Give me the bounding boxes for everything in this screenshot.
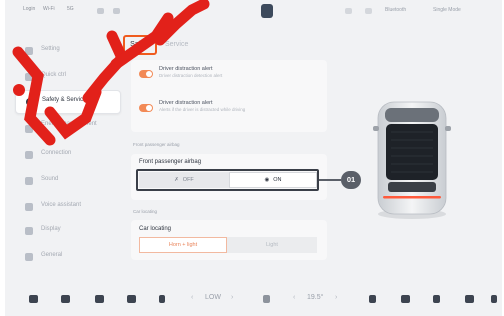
- home-icon[interactable]: [29, 295, 38, 303]
- energy-icon: [25, 125, 33, 133]
- car-icon[interactable]: [61, 295, 70, 303]
- sidebar-item-setting[interactable]: Setting: [15, 40, 119, 62]
- alert-title-1: Driver distraction alert: [159, 66, 213, 72]
- tab-safety[interactable]: Safety: [123, 35, 157, 55]
- seat-icon[interactable]: [95, 295, 104, 303]
- wifi-icon: [345, 8, 352, 14]
- display-icon: [25, 227, 33, 235]
- sidebar-item-label: Quick ctrl: [41, 72, 67, 78]
- sidebar-item-quick-ctrl[interactable]: Quick ctrl: [15, 66, 119, 88]
- callout-line: [319, 179, 341, 181]
- bluetooth-icon: [365, 8, 372, 14]
- status-login: Login: [23, 6, 36, 12]
- link-icon: [25, 151, 33, 159]
- grid-icon[interactable]: [465, 295, 474, 303]
- tab-service[interactable]: Service: [165, 35, 205, 55]
- fan-decrease-icon[interactable]: ‹: [191, 294, 193, 301]
- sidebar-item-connection[interactable]: Connection: [15, 144, 119, 166]
- alert-row-2: Driver distraction alert Alerts if the d…: [131, 92, 327, 128]
- settings-icon: [25, 253, 33, 261]
- sidebar-item-display[interactable]: Display: [15, 220, 119, 242]
- music-icon[interactable]: [433, 295, 440, 303]
- steering-icon[interactable]: [127, 295, 136, 303]
- car-locating-section-label: Car locating: [133, 209, 158, 214]
- light-button[interactable]: Light: [227, 237, 317, 253]
- sidebar-item-label: Display: [41, 226, 61, 232]
- alert-desc-1: Driver distraction detection alert: [159, 73, 223, 78]
- status-mode: Single Mode: [433, 7, 461, 13]
- speaker-icon: [25, 177, 33, 185]
- alert-title-2: Driver distraction alert: [159, 100, 213, 106]
- car-locating-card-title: Car locating: [139, 226, 172, 232]
- status-bar: Login Wi-Fi 5G Bluetooth Single Mode: [5, 0, 502, 24]
- sidebar-item-energy[interactable]: Energy management: [15, 118, 119, 140]
- status-network: 5G: [67, 6, 74, 12]
- quick-control-icon: [25, 73, 33, 81]
- volume-icon[interactable]: [491, 295, 497, 303]
- horn-light-button[interactable]: Horn + light: [139, 237, 227, 253]
- sidebar-item-safety-service[interactable]: Safety & Service: [15, 90, 121, 114]
- fan-increase-icon[interactable]: ›: [231, 294, 233, 301]
- alert-row-1: Driver distraction alert Driver distract…: [131, 58, 327, 94]
- sidebar-item-voice[interactable]: Voice assistant: [15, 196, 119, 218]
- temp-increase-icon[interactable]: ›: [335, 294, 337, 301]
- phone-icon[interactable]: [159, 295, 165, 303]
- microphone-icon: [25, 203, 33, 211]
- temp-decrease-icon[interactable]: ‹: [293, 294, 295, 301]
- sidebar-item-label: Energy management: [41, 121, 97, 127]
- status-wifi: Wi-Fi: [43, 6, 55, 12]
- fan-icon[interactable]: [263, 295, 270, 303]
- settings-sidebar: Setting Quick ctrl Safety & Service Ener…: [15, 30, 121, 280]
- apps-icon[interactable]: [401, 295, 410, 303]
- gear-icon: [25, 47, 33, 55]
- battery-icon: [113, 8, 120, 14]
- sidebar-item-label: Setting: [41, 46, 60, 52]
- status-bluetooth: Bluetooth: [385, 7, 407, 13]
- sidebar-item-label: Safety & Service: [42, 97, 87, 103]
- sidebar-item-label: Connection: [41, 150, 72, 156]
- sidebar-item-label: General: [41, 252, 63, 258]
- sidebar-item-general[interactable]: General: [15, 246, 119, 268]
- callout-badge: 01: [341, 171, 361, 189]
- settings-screen: Login Wi-Fi 5G Bluetooth Single Mode Set…: [5, 0, 502, 316]
- bottom-control-bar: ‹ LOW › ‹ 19.5° ›: [5, 284, 502, 316]
- signal-icon: [97, 8, 104, 14]
- airbag-highlight-frame: [136, 169, 319, 191]
- sidebar-item-label: Voice assistant: [41, 202, 82, 208]
- alert-toggle-2[interactable]: [139, 104, 153, 112]
- wiper-icon[interactable]: [369, 295, 376, 303]
- car-illustration: [373, 101, 451, 219]
- alert-desc-2: Alerts if the driver is distracted while…: [159, 107, 246, 112]
- airbag-card-title: Front passenger airbag: [139, 159, 202, 165]
- alert-toggle-1[interactable]: [139, 70, 153, 78]
- shield-icon: [26, 98, 34, 106]
- brand-logo: [261, 4, 273, 18]
- fan-level: LOW: [205, 294, 221, 301]
- sidebar-item-label: Sound: [41, 176, 59, 182]
- temperature-readout: 19.5°: [307, 294, 324, 301]
- airbag-section-label: Front passenger airbag: [133, 142, 180, 147]
- sidebar-item-sound[interactable]: Sound: [15, 170, 119, 192]
